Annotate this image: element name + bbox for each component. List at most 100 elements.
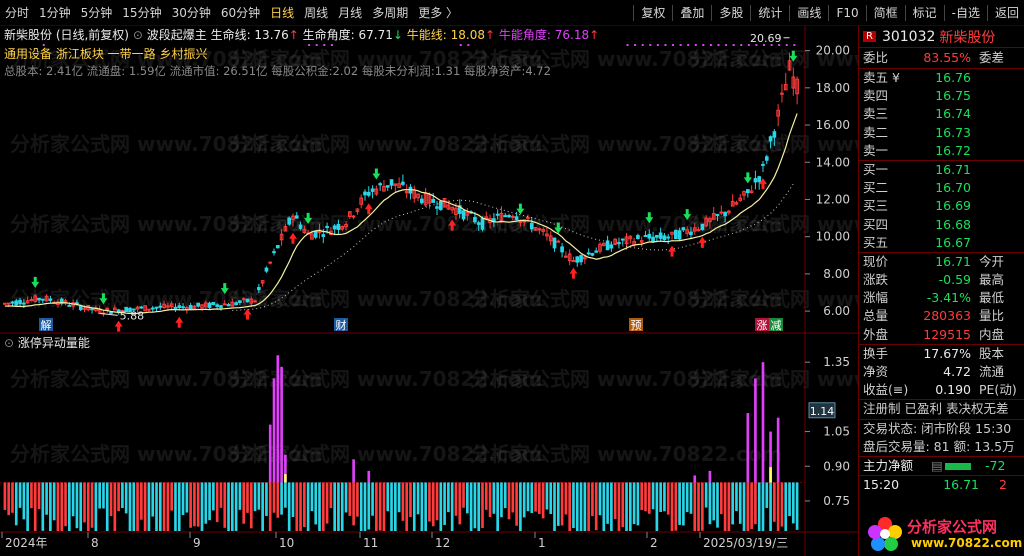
volume-bar bbox=[697, 482, 700, 531]
candle-body bbox=[241, 298, 246, 301]
ask-row[interactable]: 卖一 16.72 bbox=[859, 142, 1024, 160]
time-axis-label: 11 bbox=[363, 536, 378, 550]
volume-bar bbox=[162, 482, 166, 531]
candle-body bbox=[431, 198, 436, 203]
bid-row[interactable]: 买二 16.70 bbox=[859, 179, 1024, 197]
sell-signal-arrow bbox=[372, 168, 381, 180]
period-tab-2[interactable]: 5分钟 bbox=[76, 0, 118, 26]
volume-bar bbox=[397, 482, 401, 513]
kline-chart-area[interactable]: 分析家公式网 www.70822.com 分析家公式网 www.70822.com… bbox=[0, 26, 858, 556]
ask-row[interactable]: 卖四 16.75 bbox=[859, 87, 1024, 105]
time-axis-label: 2 bbox=[650, 536, 658, 550]
candle-body bbox=[590, 253, 595, 256]
period-tab-9[interactable]: 多周期 bbox=[367, 0, 413, 26]
stock-title[interactable]: 新柴股份 (日线,前复权) bbox=[4, 28, 129, 42]
period-tab-7[interactable]: 周线 bbox=[299, 0, 333, 26]
candle-body bbox=[696, 229, 701, 232]
period-tab-8[interactable]: 月线 bbox=[333, 0, 367, 26]
toolbar-button-1[interactable]: 叠加 bbox=[675, 0, 709, 26]
sub-indicator-title[interactable]: 涨停异动量能 bbox=[18, 336, 90, 350]
period-tab-6[interactable]: 日线 bbox=[265, 0, 299, 26]
volume-bar bbox=[117, 482, 120, 512]
toolbar-button-3[interactable]: 统计 bbox=[753, 0, 787, 26]
toolbar-button-6[interactable]: 简框 bbox=[869, 0, 903, 26]
toolbar-button-4[interactable]: 画线 bbox=[792, 0, 826, 26]
candle-body bbox=[746, 189, 750, 194]
volume-bar bbox=[716, 482, 719, 528]
signal-dot bbox=[323, 44, 326, 46]
candle-body bbox=[529, 222, 534, 230]
bid-row-value: 16.70 bbox=[935, 180, 971, 196]
surge-bar bbox=[276, 355, 280, 483]
period-tab-0[interactable]: 分时 bbox=[0, 0, 34, 26]
candle-body bbox=[109, 311, 113, 314]
toolbar-button-7[interactable]: 标记 bbox=[908, 0, 942, 26]
volume-bar bbox=[238, 482, 242, 510]
volume-bar bbox=[526, 482, 530, 512]
volume-bar bbox=[754, 482, 757, 525]
volume-bar bbox=[503, 482, 507, 509]
main-flow-menu-icon[interactable]: ▤ bbox=[931, 457, 945, 475]
volume-bar bbox=[484, 482, 488, 510]
indicator-name[interactable]: 波段起爆主 bbox=[147, 28, 207, 42]
stats-row[interactable]: 净资 4.72 流通 bbox=[859, 363, 1024, 381]
concept-tags[interactable]: 通用设备 浙江板块 一带一路 乡村振兴 bbox=[4, 45, 207, 62]
toolbar-button-5[interactable]: F10 bbox=[831, 0, 863, 26]
signal-dot bbox=[459, 44, 462, 46]
quote-row[interactable]: 总量 280363 量比 bbox=[859, 307, 1024, 325]
period-tab-5[interactable]: 60分钟 bbox=[216, 0, 265, 26]
volume-bar bbox=[439, 482, 443, 531]
bid-row[interactable]: 买五 16.67 bbox=[859, 234, 1024, 252]
sub-indicator-toggle-icon[interactable]: ⊙ bbox=[4, 336, 14, 350]
volume-bar bbox=[219, 482, 223, 508]
volume-bar bbox=[553, 482, 556, 531]
volume-bar bbox=[598, 482, 602, 516]
volume-bar bbox=[481, 482, 484, 529]
indicator-toggle-icon[interactable]: ⊙ bbox=[133, 28, 143, 42]
period-tab-10[interactable]: 更多 〉 bbox=[413, 0, 463, 26]
ask-row[interactable]: 卖三 16.74 bbox=[859, 105, 1024, 123]
volume-bar bbox=[140, 482, 143, 520]
time-axis-label: 8 bbox=[91, 536, 99, 550]
surge-bar bbox=[280, 366, 283, 483]
period-tab-1[interactable]: 1分钟 bbox=[34, 0, 76, 26]
bid-row[interactable]: 买一 16.71 bbox=[859, 161, 1024, 179]
volume-bar bbox=[416, 482, 420, 515]
toolbar-button-2[interactable]: 多股 bbox=[714, 0, 748, 26]
event-marker-yu: 预 bbox=[631, 319, 642, 332]
quote-row[interactable]: 涨幅 -3.41% 最低 bbox=[859, 289, 1024, 307]
quote-row[interactable]: 外盘 129515 内盘 bbox=[859, 326, 1024, 344]
ask-row[interactable]: 卖二 16.73 bbox=[859, 124, 1024, 142]
ask-row[interactable]: 卖五 ¥ 16.76 bbox=[859, 69, 1024, 87]
volume-bar bbox=[659, 482, 662, 512]
price-axis-label: 8.00 bbox=[823, 267, 850, 281]
ask-row-value: 16.75 bbox=[935, 88, 971, 104]
quote-row[interactable]: 涨跌 -0.59 最高 bbox=[859, 271, 1024, 289]
volume-bar bbox=[60, 482, 64, 531]
weibi-label: 委比 bbox=[863, 50, 889, 65]
volume-bar bbox=[613, 482, 617, 519]
toolbar-button-8[interactable]: -自选 bbox=[947, 0, 985, 26]
lifeline-value: 生命线: 13.76 bbox=[210, 28, 289, 42]
main-flow-row[interactable]: 主力净额 ▤ -72 bbox=[859, 457, 1024, 475]
volume-bar bbox=[545, 482, 549, 510]
toolbar-button-9[interactable]: 返回 bbox=[990, 0, 1024, 26]
period-tab-3[interactable]: 15分钟 bbox=[117, 0, 166, 26]
stats-row[interactable]: 收益(≡) 0.190 PE(动) bbox=[859, 381, 1024, 399]
quote-row[interactable]: 现价 16.71 今开 bbox=[859, 253, 1024, 271]
volume-bar bbox=[204, 482, 208, 524]
period-tab-4[interactable]: 30分钟 bbox=[167, 0, 216, 26]
stats-row-label: 收益(≡) bbox=[863, 382, 909, 398]
candle-body bbox=[761, 163, 765, 166]
stats-row[interactable]: 换手 17.67% 股本 bbox=[859, 345, 1024, 363]
kline-chart[interactable]: 分析家公式网 www.70822.com 分析家公式网 www.70822.com… bbox=[0, 26, 858, 556]
volume-bar bbox=[405, 482, 409, 531]
volume-bar bbox=[166, 482, 170, 531]
volume-bar bbox=[757, 482, 761, 531]
bid-row[interactable]: 买三 16.69 bbox=[859, 197, 1024, 215]
toolbar-button-0[interactable]: 复权 bbox=[636, 0, 670, 26]
volume-bar bbox=[682, 482, 685, 526]
bid-row[interactable]: 买四 16.68 bbox=[859, 216, 1024, 234]
volume-bar bbox=[765, 482, 769, 508]
volume-bar bbox=[621, 482, 625, 528]
